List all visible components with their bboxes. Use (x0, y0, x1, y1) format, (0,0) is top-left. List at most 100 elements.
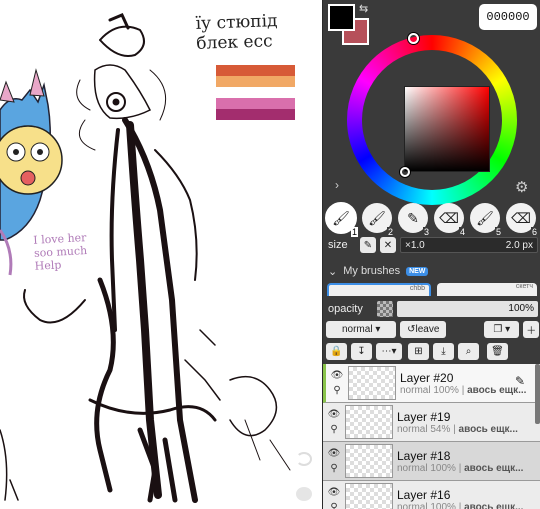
layer-mode: normal 100% | авось ещк... (397, 502, 540, 509)
brush-slot-3[interactable]: ✎ 3 (398, 203, 430, 237)
brush-icon: 🖌 (368, 209, 386, 226)
layer-info: Layer #19 normal 54% | авось ещк... (397, 410, 540, 435)
brush-slot-1[interactable]: 🖌 1 (325, 202, 358, 237)
chevron-down-icon[interactable]: ⌄ (328, 265, 337, 278)
merge-down-icon[interactable]: ↧ (351, 343, 372, 360)
layer-info: Layer #18 normal 100% | авось ещк... (397, 449, 540, 474)
brush-slot-5[interactable]: 🖌 5 (470, 203, 502, 237)
layer-row[interactable]: 👁 ⚲ Layer #16 normal 100% | авось ещк... (323, 481, 540, 509)
lesbian-flag-sticker (216, 65, 295, 120)
pen-icon: ✎ (407, 209, 419, 226)
layer-row[interactable]: 👁 ⚲ Layer #20 normal 100% | авось ещк... ✎ (323, 364, 540, 403)
search-icon[interactable]: ⌕ (458, 343, 479, 360)
app-root: їу стюпід блек есс I love her soo much H… (0, 0, 540, 509)
new-badge: NEW (406, 266, 429, 276)
size-label: size (328, 239, 348, 251)
canvas-handle-top[interactable] (296, 452, 312, 466)
layer-blend-opacity: normal 100% (400, 384, 459, 396)
hue-knob[interactable] (408, 33, 419, 44)
brush-size-slider[interactable]: ×1.0 2.0 px (400, 237, 538, 253)
layer-thumbnail[interactable] (345, 483, 393, 509)
layer-thumbnail[interactable] (345, 444, 393, 478)
canvas-handle-bottom[interactable] (296, 487, 312, 501)
my-brushes-label: My brushes (343, 265, 401, 277)
leave-button[interactable]: ↺leave (400, 321, 447, 338)
close-icon[interactable]: ✕ (380, 237, 396, 253)
drawing-canvas[interactable]: їу стюпід блек есс I love her soo much H… (0, 0, 322, 509)
layer-controls: 👁 ⚲ (323, 409, 345, 435)
layer-row[interactable]: 👁 ⚲ Layer #18 normal 100% | авось ещк... (323, 442, 540, 481)
layer-controls: 👁 ⚲ (323, 487, 345, 509)
brush-size-row: size ✎ ✕ ×1.0 2.0 px (328, 236, 538, 254)
more-options-icon[interactable]: ⋯▾ (376, 343, 402, 360)
layer-blend-opacity: normal 100% (397, 462, 456, 474)
layer-stack-icon[interactable]: ❐ ▾ (484, 321, 520, 338)
layer-thumbnail[interactable] (345, 405, 393, 439)
brush-slot-2[interactable]: 🖌 2 (362, 203, 394, 237)
eye-icon[interactable]: 👁 (328, 487, 341, 498)
clip-icon[interactable]: ⚲ (330, 463, 337, 474)
layer-blend-opacity: normal 100% (397, 501, 456, 509)
brush-slot-4[interactable]: ⌫ 4 (434, 203, 466, 237)
layer-extra: авось ещк... (464, 462, 524, 474)
layer-controls: 👁 ⚲ (326, 370, 348, 396)
brush-icon: 🖌 (332, 209, 350, 226)
layer-blend-opacity: normal 54% (397, 423, 451, 435)
add-layer-icon[interactable]: ＋ (523, 321, 539, 338)
handwritten-love-note: I love her soo much Help (33, 231, 88, 273)
size-value: 2.0 px (505, 239, 533, 251)
trash-icon[interactable]: 🗑 (487, 343, 508, 360)
layer-info: Layer #16 normal 100% | авось ещк... (397, 488, 540, 509)
flag-stripe (216, 87, 295, 98)
lock-icon[interactable]: 🔒 (326, 343, 347, 360)
clip-icon[interactable]: ⚲ (333, 385, 340, 396)
my-brushes-header[interactable]: ⌄ My brushes NEW (328, 262, 538, 280)
flag-stripe (216, 98, 295, 109)
layer-name[interactable]: Layer #16 (397, 488, 540, 502)
layer-mode: normal 54% | авось ещк... (397, 423, 518, 435)
handwritten-title: їу стюпід блек есс (195, 11, 278, 54)
transparency-lock-icon[interactable] (377, 301, 393, 317)
saturation-value-knob[interactable] (400, 167, 410, 177)
brush-preview[interactable]: скетч (437, 283, 537, 296)
foreground-color-swatch[interactable] (328, 4, 355, 31)
layer-extra: авось ещк... (458, 423, 518, 435)
expand-panel-icon[interactable]: › (335, 178, 339, 192)
layer-list: 👁 ⚲ Layer #20 normal 100% | авось ещк... ✎ 👁 ⚲… (323, 364, 540, 509)
size-scale: ×1.0 (405, 239, 425, 251)
pen-icon[interactable]: ✎ (515, 374, 525, 388)
brush-preview-selected[interactable]: chbb (327, 283, 431, 296)
download-layer-icon[interactable]: ⤓ (433, 343, 454, 360)
duplicate-layer-icon[interactable]: ⊞ (408, 343, 429, 360)
saturation-value-picker[interactable] (400, 86, 490, 177)
clip-icon[interactable]: ⚲ (330, 424, 337, 435)
swap-colors-icon[interactable]: ⇆ (359, 2, 373, 16)
eraser-icon: ⌫ (439, 209, 459, 226)
layer-row[interactable]: 👁 ⚲ Layer #19 normal 54% | авось ещк... (323, 403, 540, 442)
opacity-label: opacity (328, 303, 363, 315)
eye-icon[interactable]: 👁 (328, 448, 341, 459)
layer-controls: 👁 ⚲ (323, 448, 345, 474)
layer-thumbnail[interactable] (348, 366, 396, 400)
eye-icon[interactable]: 👁 (331, 370, 344, 381)
brush-icon: 🖌 (476, 209, 494, 226)
brush-slots: 🖌 1 🖌 2 ✎ 3 ⌫ 4 🖌 5 ⌫ 6 (325, 202, 540, 237)
opacity-slider[interactable]: 100% (397, 301, 538, 317)
layer-scrollbar[interactable] (535, 364, 540, 424)
hue-wheel[interactable] (347, 33, 517, 205)
layer-name[interactable]: Layer #19 (397, 410, 540, 424)
hex-color-input[interactable]: 000000 (479, 4, 537, 30)
tool-panel: ⇆ 000000 › ⚙ 🖌 1 🖌 2 ✎ 3 ⌫ 4 🖌 5 ⌫ 6 size ✎ ✕ ×1.0 … (322, 0, 540, 509)
blend-mode-dropdown[interactable]: normal ▾ (326, 321, 397, 338)
wheel-inner (362, 50, 502, 190)
brush-slot-6[interactable]: ⌫ 6 (506, 203, 538, 237)
pressure-toggle-icon[interactable]: ✎ (360, 237, 376, 253)
flag-stripe (216, 76, 295, 87)
gear-icon[interactable]: ⚙ (515, 178, 528, 196)
clip-icon[interactable]: ⚲ (330, 502, 337, 509)
eye-icon[interactable]: 👁 (328, 409, 341, 420)
layer-extra: авось ещк... (464, 501, 524, 509)
blend-row: normal ▾ ↺leave ❐ ▾ ＋ (326, 321, 539, 338)
eraser-icon: ⌫ (511, 209, 531, 226)
layer-name[interactable]: Layer #18 (397, 449, 540, 463)
